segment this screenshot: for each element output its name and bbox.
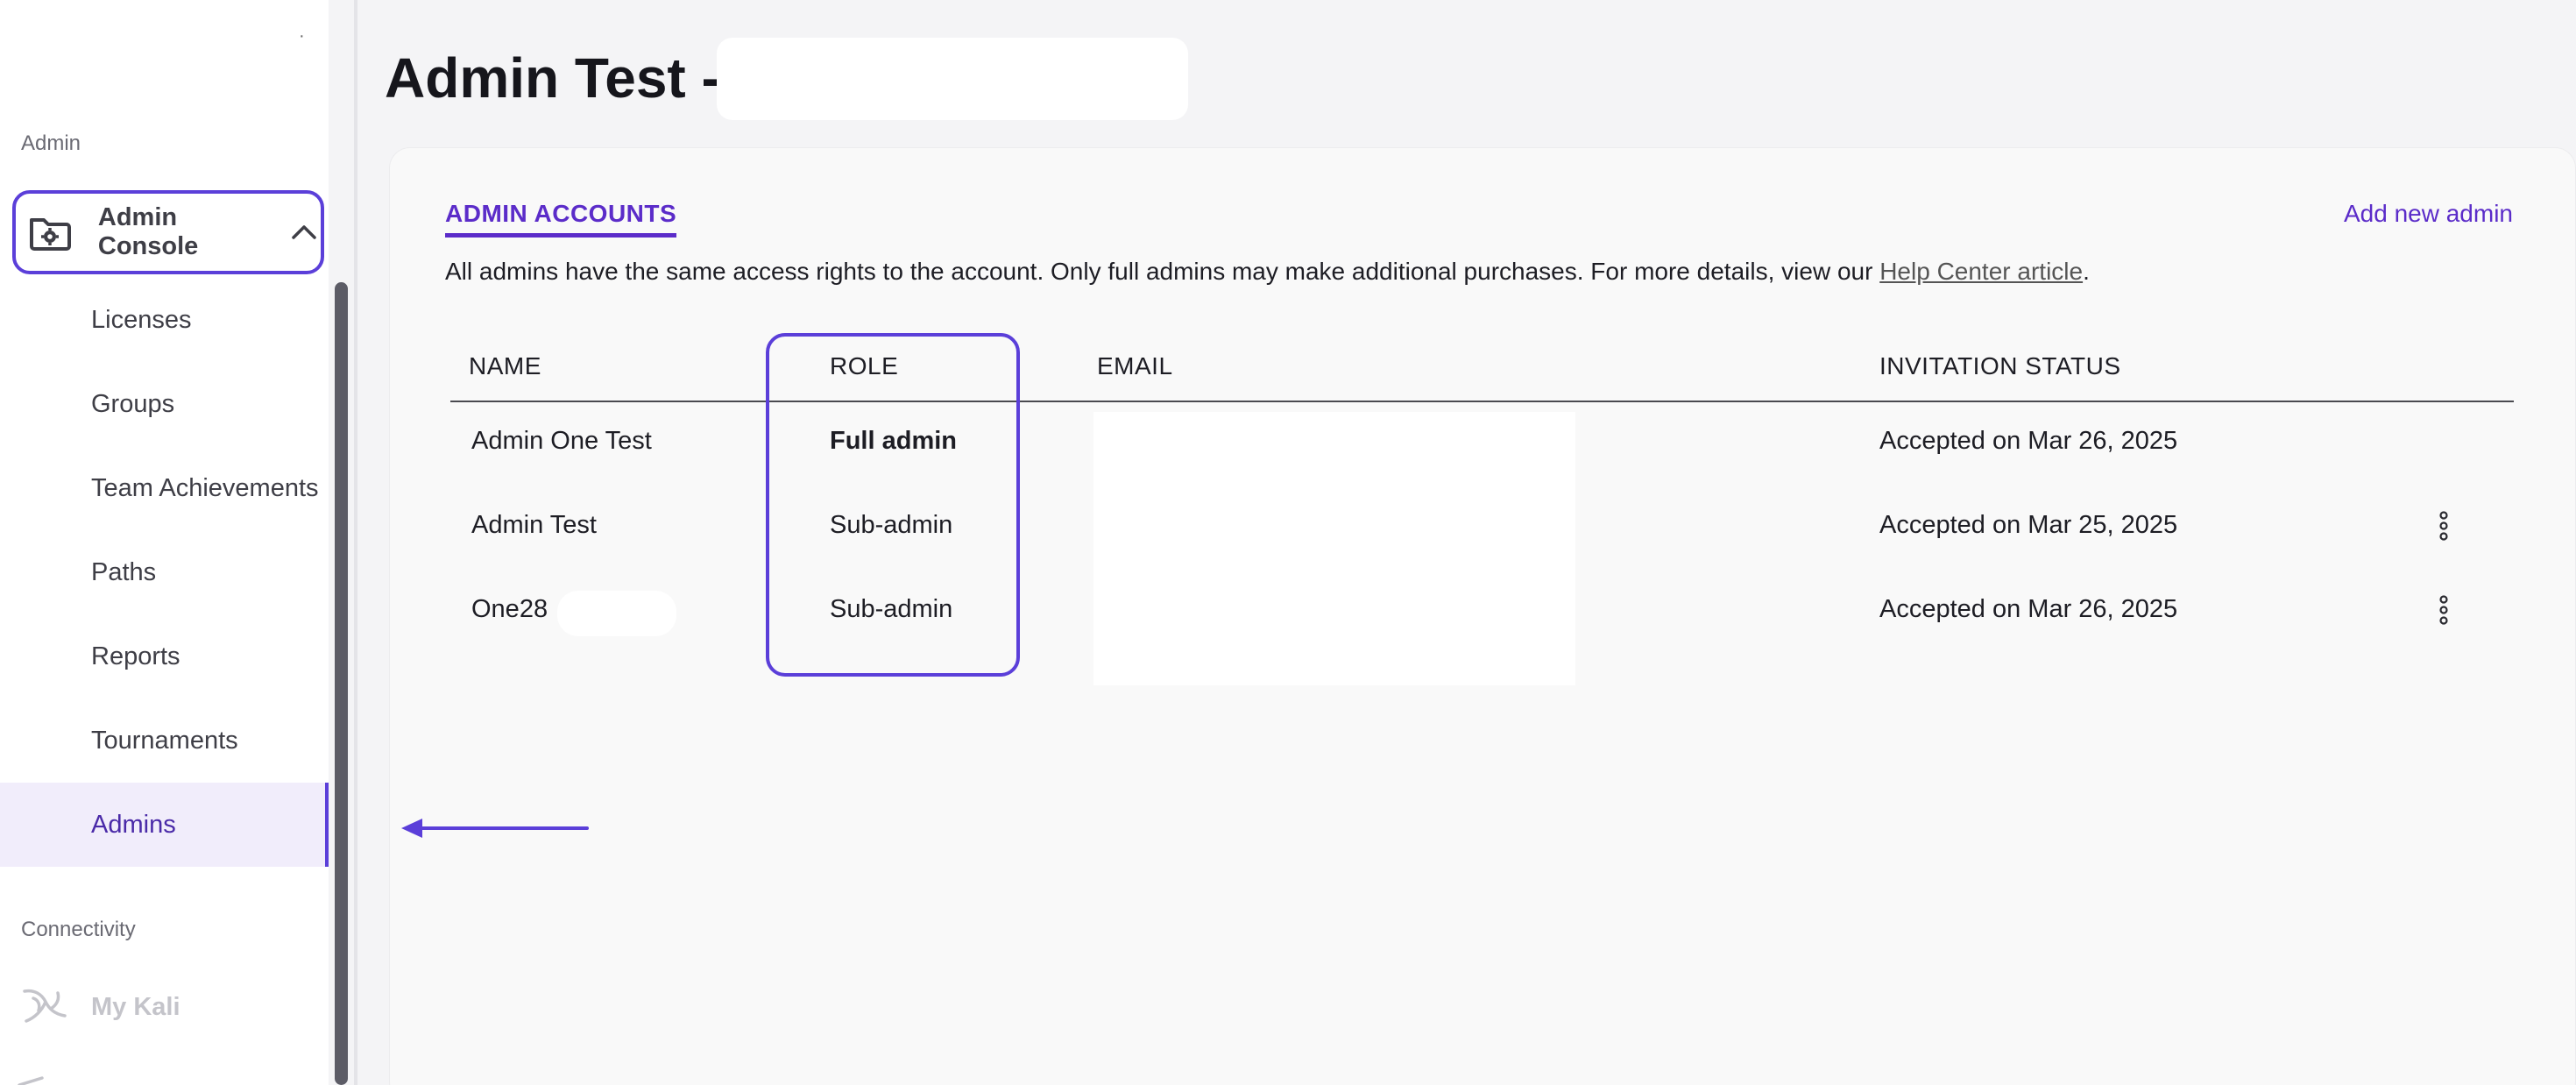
- row-2-status: Accepted on Mar 25, 2025: [1879, 511, 2178, 539]
- sidebar-item-reports[interactable]: Reports: [0, 614, 329, 699]
- column-header-invitation-status[interactable]: INVITATION STATUS: [1879, 352, 2121, 380]
- tab-admin-accounts[interactable]: ADMIN ACCOUNTS: [445, 200, 677, 238]
- sidebar-dot: ·: [299, 26, 305, 46]
- sidebar-item-team-achievements[interactable]: Team Achievements: [0, 446, 329, 530]
- help-center-link[interactable]: Help Center article: [1879, 258, 2083, 285]
- admin-description: All admins have the same access rights t…: [445, 258, 2090, 286]
- sidebar-item-licenses[interactable]: Licenses: [0, 278, 329, 362]
- row-2-more-options-icon[interactable]: [2432, 508, 2455, 543]
- chevron-up-icon[interactable]: [291, 217, 321, 247]
- sidebar-item-admin-console[interactable]: Admin Console: [12, 190, 324, 274]
- row-1-status: Accepted on Mar 26, 2025: [1879, 427, 2178, 455]
- column-header-name[interactable]: NAME: [469, 352, 541, 380]
- sidebar-item-paths[interactable]: Paths: [0, 530, 329, 614]
- page-title: Admin Test -: [385, 46, 720, 110]
- redacted-email-mask: [1093, 412, 1575, 685]
- table-header-divider: [450, 401, 2514, 402]
- description-text: All admins have the same access rights t…: [445, 258, 1880, 285]
- row-3-more-options-icon[interactable]: [2432, 592, 2455, 628]
- add-new-admin-link[interactable]: Add new admin: [2344, 200, 2513, 228]
- section-label-admin: Admin: [21, 131, 81, 155]
- arrow-left-icon: [400, 815, 589, 841]
- row-2-name: Admin Test: [471, 511, 597, 539]
- kali-dragon-icon: [16, 979, 72, 1035]
- app-window: · Admin Admin Console Licenses Groups Te…: [0, 0, 2576, 1085]
- role-column-highlight: [766, 333, 1020, 677]
- my-kali-label: My Kali: [91, 992, 180, 1021]
- admin-console-label: Admin Console: [97, 203, 199, 260]
- row-1-name: Admin One Test: [471, 427, 652, 455]
- next-item-icon: [16, 1073, 60, 1085]
- sidebar-divider: [354, 0, 357, 1085]
- row-3-name: One28: [471, 595, 548, 623]
- redacted-name-mask: [557, 591, 676, 636]
- sidebar: · Admin Admin Console Licenses Groups Te…: [0, 0, 348, 1085]
- sidebar-item-admins[interactable]: Admins: [0, 783, 329, 867]
- column-header-email[interactable]: EMAIL: [1097, 352, 1173, 380]
- sidebar-item-groups[interactable]: Groups: [0, 362, 329, 446]
- sidebar-item-tournaments[interactable]: Tournaments: [0, 699, 329, 783]
- row-3-status: Accepted on Mar 26, 2025: [1879, 595, 2178, 623]
- description-end: .: [2083, 258, 2090, 285]
- folder-gear-icon: [25, 208, 74, 257]
- redacted-title-mask: [717, 38, 1188, 120]
- sidebar-scrollbar[interactable]: [335, 282, 348, 1085]
- sidebar-item-my-kali[interactable]: My Kali: [0, 965, 329, 1049]
- section-label-connectivity: Connectivity: [21, 918, 136, 941]
